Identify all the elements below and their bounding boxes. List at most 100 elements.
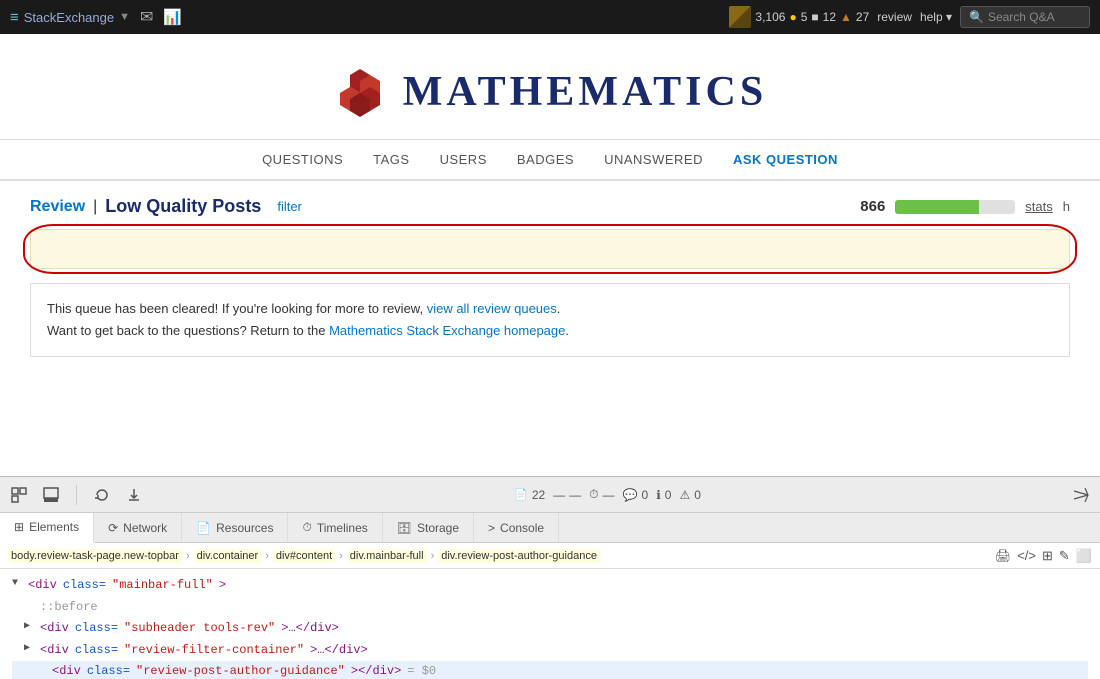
chat-icon: 💬 [623, 488, 638, 502]
bc-arrow-2: › [265, 550, 269, 562]
code-line-subheader: ▶ <div class= "subheader tools-rev" >…</… [12, 618, 1088, 640]
file-count: 22 [532, 488, 545, 502]
topbar: ≡ StackExchange ▼ ✉ 📊 3,106 ● 5 ■ 12 ▲ 2… [0, 0, 1100, 34]
inbox-icon[interactable]: ✉ [140, 7, 153, 27]
devtools-dock-icon[interactable] [40, 484, 62, 506]
user-rep: 3,106 [755, 10, 785, 24]
tab-timelines[interactable]: ⏱ Timelines [288, 513, 382, 542]
queue-cleared-text-1: This queue has been cleared! If you're l… [47, 301, 427, 316]
warn-icon: ⚠ [679, 488, 690, 502]
nav-tags[interactable]: TAGS [373, 152, 409, 167]
toggle-mainbar[interactable]: ▼ [12, 575, 22, 593]
devtools-right-tools [1070, 484, 1092, 506]
bc-guidance[interactable]: div.review-post-author-guidance [438, 549, 600, 563]
avatar[interactable] [729, 6, 751, 28]
logo-dropdown-arrow: ▼ [119, 11, 130, 23]
nav-unanswered[interactable]: UNANSWERED [604, 152, 703, 167]
clock-counter: ⏱ — [589, 487, 614, 502]
review-breadcrumb-link[interactable]: Review [30, 198, 85, 216]
search-placeholder: Search Q&A [988, 10, 1055, 24]
devtools-counter-group: 📄 22 — — ⏱ — 💬 0 ℹ 0 ⚠ 0 [514, 487, 701, 502]
stackexchange-logo[interactable]: ≡ StackExchange ▼ [10, 9, 130, 26]
clock-icon: ⏱ [589, 487, 598, 502]
search-box[interactable]: 🔍 Search Q&A [960, 6, 1090, 28]
bc-content[interactable]: div#content [273, 549, 335, 563]
topbar-right: 3,106 ● 5 ■ 12 ▲ 27 review help ▾ 🔍 Sear… [729, 6, 1090, 28]
network-tab-icon: ⟳ [108, 521, 118, 535]
content-area: Review | Low Quality Posts filter 866 st… [10, 181, 1090, 372]
devtools-code-btn[interactable]: </> [1017, 548, 1036, 564]
console-tab-icon: > [488, 521, 495, 535]
info-icon: ℹ [656, 488, 661, 502]
storage-tab-icon: 🗄 [397, 521, 412, 535]
main-nav: QUESTIONS TAGS USERS BADGES UNANSWERED A… [0, 140, 1100, 181]
tab-console[interactable]: > Console [474, 513, 559, 542]
network-tab-label: Network [123, 521, 167, 535]
timelines-tab-label: Timelines [317, 521, 368, 535]
site-logo: MATHEMATICS [0, 64, 1100, 119]
review-page-title: Low Quality Posts [105, 196, 261, 217]
nav-badges[interactable]: BADGES [517, 152, 574, 167]
tab-storage[interactable]: 🗄 Storage [383, 513, 474, 542]
view-all-queues-link[interactable]: view all review queues [427, 301, 557, 316]
tab-elements[interactable]: ⊞ Elements [0, 513, 94, 543]
devtools-share-icon[interactable] [1070, 484, 1092, 506]
devtools-elements-icon[interactable] [8, 484, 30, 506]
devtools-refresh-icon[interactable] [91, 484, 113, 506]
filter-link[interactable]: filter [277, 199, 302, 214]
nav-users[interactable]: USERS [440, 152, 487, 167]
warn-count: 0 [694, 488, 701, 502]
gold-badge-dot: ● [789, 10, 796, 24]
devtools-bc-actions: 🖨 </> ⊞ ✎ ⬜ [995, 548, 1092, 564]
help-topbar-link[interactable]: help ▾ [920, 10, 952, 24]
review-header: Review | Low Quality Posts filter 866 st… [30, 196, 1070, 217]
nav-ask-question[interactable]: ASK QUESTION [733, 152, 838, 167]
review-help-indicator: h [1063, 199, 1070, 214]
devtools-panel: 📄 22 — — ⏱ — 💬 0 ℹ 0 ⚠ 0 [0, 476, 1100, 679]
queue-cleared-text-4: . [565, 323, 569, 338]
devtools-edit-btn[interactable]: ✎ [1059, 548, 1070, 564]
tab-network[interactable]: ⟳ Network [94, 513, 182, 542]
code-line-guidance[interactable]: <div class= "review-post-author-guidance… [12, 661, 1088, 679]
logo-text: StackExchange [24, 10, 114, 25]
bc-body[interactable]: body.review-task-page.new-topbar [8, 549, 182, 563]
review-topbar-link[interactable]: review [877, 10, 912, 24]
toolbar-separator [76, 485, 77, 505]
devtools-download-icon[interactable] [123, 484, 145, 506]
timelines-tab-icon: ⏱ [302, 520, 311, 535]
bc-container[interactable]: div.container [194, 549, 262, 563]
achievements-icon[interactable]: 📊 [163, 8, 182, 26]
site-logo-icon [333, 64, 388, 119]
review-count: 866 [860, 198, 885, 215]
silver-badge-count: 12 [823, 10, 836, 24]
nav-questions[interactable]: QUESTIONS [262, 152, 343, 167]
topbar-left: ≡ StackExchange ▼ ✉ 📊 [10, 7, 182, 27]
devtools-settings-btn[interactable]: ⬜ [1076, 548, 1092, 564]
chat-count: 0 [642, 488, 649, 502]
site-header: MATHEMATICS [0, 34, 1100, 140]
minus-icon: — [553, 488, 565, 502]
devtools-breadcrumb: body.review-task-page.new-topbar › div.c… [0, 543, 1100, 569]
bc-arrow-1: › [186, 550, 190, 562]
elements-tab-label: Elements [29, 520, 79, 534]
progress-bar-fill [895, 200, 979, 214]
file-counter: 📄 22 [514, 488, 545, 502]
devtools-print-btn[interactable]: 🖨 [995, 548, 1012, 564]
devtools-grid-btn[interactable]: ⊞ [1042, 548, 1053, 564]
devtools-tabs: ⊞ Elements ⟳ Network 📄 Resources ⏱ Timel… [0, 513, 1100, 543]
stats-link[interactable]: stats [1025, 199, 1052, 214]
bc-arrow-4: › [431, 550, 435, 562]
homepage-link[interactable]: Mathematics Stack Exchange homepage [329, 323, 565, 338]
queue-cleared-text-3: Want to get back to the questions? Retur… [47, 323, 329, 338]
info-counter: ℹ 0 [656, 488, 671, 502]
bc-mainbar[interactable]: div.mainbar-full [347, 549, 427, 563]
search-icon: 🔍 [969, 10, 984, 24]
gold-badge-count: 5 [801, 10, 808, 24]
storage-tab-label: Storage [417, 521, 459, 535]
tab-resources[interactable]: 📄 Resources [182, 513, 288, 542]
queue-cleared-text-2: . [557, 301, 561, 316]
toggle-filter[interactable]: ▶ [24, 640, 34, 658]
toggle-subheader[interactable]: ▶ [24, 618, 34, 636]
user-info: 3,106 ● 5 ■ 12 ▲ 27 [729, 6, 869, 28]
minus-count: — [569, 488, 581, 502]
